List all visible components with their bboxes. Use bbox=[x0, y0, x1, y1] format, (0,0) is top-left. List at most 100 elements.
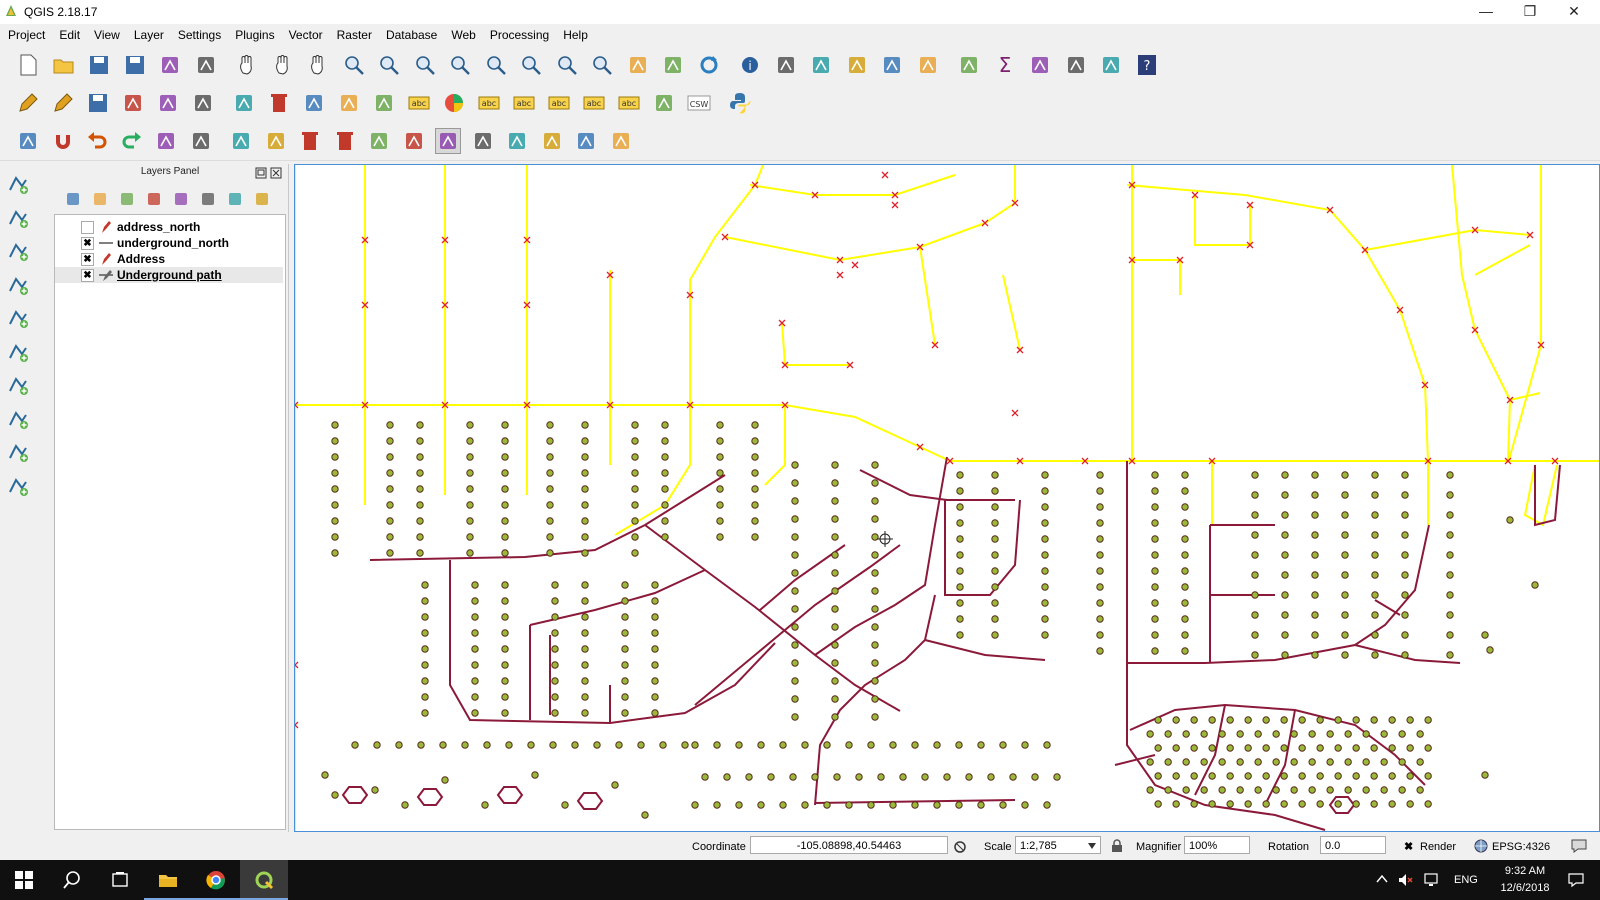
messages-icon[interactable] bbox=[1570, 838, 1588, 854]
zoom-out-icon[interactable] bbox=[377, 53, 401, 77]
zoom-last-icon[interactable] bbox=[555, 53, 579, 77]
new-shapefile-icon[interactable] bbox=[6, 474, 30, 498]
manage-visibility-icon[interactable] bbox=[118, 190, 136, 208]
notifications-icon[interactable] bbox=[1568, 872, 1584, 888]
layer-row-underground-north[interactable]: ✖ underground_north bbox=[55, 235, 283, 251]
menu-raster[interactable]: Raster bbox=[329, 24, 378, 42]
style-manager-icon[interactable] bbox=[64, 190, 82, 208]
statistics-icon[interactable]: Σ bbox=[993, 53, 1017, 77]
add-part-icon[interactable] bbox=[229, 129, 253, 153]
add-group-icon[interactable] bbox=[91, 190, 109, 208]
deselect-icon[interactable] bbox=[880, 53, 904, 77]
map-canvas[interactable] bbox=[294, 164, 1600, 832]
vertex-tool-icon[interactable] bbox=[191, 91, 215, 115]
menu-web[interactable]: Web bbox=[443, 24, 481, 42]
expand-all-icon[interactable] bbox=[199, 190, 217, 208]
add-virtual-layer-icon[interactable] bbox=[6, 407, 30, 431]
new-bookmark-icon[interactable] bbox=[626, 53, 650, 77]
clock-date[interactable]: 12/6/2018 bbox=[1490, 882, 1560, 894]
zoom-to-selection-icon[interactable] bbox=[484, 53, 508, 77]
layer-checkbox[interactable]: ✖ bbox=[81, 253, 94, 266]
offset-curve-icon[interactable] bbox=[402, 129, 426, 153]
undo-icon[interactable] bbox=[85, 129, 109, 153]
collapse-all-icon[interactable] bbox=[226, 190, 244, 208]
chevron-down-icon[interactable] bbox=[1088, 843, 1096, 849]
restore-button[interactable]: ❐ bbox=[1508, 0, 1552, 22]
current-edits-icon[interactable] bbox=[16, 91, 40, 115]
coordinate-field[interactable]: -105.08898,40.54463 bbox=[750, 836, 948, 854]
menu-view[interactable]: View bbox=[86, 24, 126, 42]
simplify-icon[interactable] bbox=[154, 129, 178, 153]
add-ring-icon[interactable] bbox=[189, 129, 213, 153]
reshape-icon[interactable] bbox=[367, 129, 391, 153]
new-print-composer-icon[interactable] bbox=[158, 53, 182, 77]
chrome-taskbar-button[interactable] bbox=[192, 860, 240, 900]
add-spatialite-icon[interactable] bbox=[6, 273, 30, 297]
layer-row-address-north[interactable]: address_north bbox=[55, 219, 283, 235]
text-annotation-icon[interactable] bbox=[1099, 53, 1123, 77]
delete-part-icon[interactable] bbox=[333, 129, 357, 153]
help-icon[interactable]: ? bbox=[1135, 53, 1159, 77]
attribute-table-icon[interactable] bbox=[916, 53, 940, 77]
redo-icon[interactable] bbox=[120, 129, 144, 153]
map-tips-icon[interactable] bbox=[1064, 53, 1088, 77]
qgis-taskbar-button[interactable] bbox=[240, 860, 288, 900]
delete-ring-icon[interactable] bbox=[298, 129, 322, 153]
highlight-labels-icon[interactable]: abc bbox=[477, 91, 501, 115]
measure-icon[interactable] bbox=[1028, 53, 1052, 77]
close-panel-icon[interactable] bbox=[270, 167, 282, 179]
diagram-icon[interactable] bbox=[442, 91, 466, 115]
cut-features-icon[interactable] bbox=[302, 91, 326, 115]
pan-to-selection-icon[interactable] bbox=[235, 53, 259, 77]
crs-label[interactable]: EPSG:4326 bbox=[1492, 841, 1550, 853]
field-calculator-icon[interactable] bbox=[957, 53, 981, 77]
change-label-icon[interactable] bbox=[652, 91, 676, 115]
pan-map-icon[interactable] bbox=[306, 53, 330, 77]
python-icon[interactable] bbox=[728, 91, 752, 115]
task-view-button[interactable] bbox=[96, 860, 144, 900]
minimize-button[interactable]: — bbox=[1464, 0, 1508, 22]
menu-database[interactable]: Database bbox=[378, 24, 443, 42]
add-wcs-icon[interactable] bbox=[6, 373, 30, 397]
zoom-next-icon[interactable] bbox=[590, 53, 614, 77]
menu-settings[interactable]: Settings bbox=[170, 24, 227, 42]
menu-project[interactable]: Project bbox=[0, 24, 51, 42]
save-edits-icon[interactable] bbox=[86, 91, 110, 115]
move-feature-icon[interactable] bbox=[232, 91, 256, 115]
toggle-extents-icon[interactable] bbox=[953, 840, 967, 854]
magnet-icon[interactable] bbox=[51, 129, 75, 153]
select-by-value-icon[interactable] bbox=[845, 53, 869, 77]
close-button[interactable]: ✕ bbox=[1552, 0, 1596, 22]
menu-layer[interactable]: Layer bbox=[126, 24, 170, 42]
globe-icon[interactable] bbox=[1474, 839, 1488, 853]
add-wms-icon[interactable] bbox=[6, 306, 30, 330]
menu-processing[interactable]: Processing bbox=[482, 24, 555, 42]
pin-labels-icon[interactable]: abc bbox=[512, 91, 536, 115]
add-raster-layer-icon[interactable] bbox=[6, 206, 30, 230]
composer-manager-icon[interactable] bbox=[194, 53, 218, 77]
add-wfs-icon[interactable] bbox=[6, 340, 30, 364]
layer-row-address[interactable]: ✖ Address bbox=[55, 251, 283, 267]
menu-help[interactable]: Help bbox=[555, 24, 594, 42]
show-hide-labels-icon[interactable]: abc bbox=[547, 91, 571, 115]
refresh-icon[interactable] bbox=[697, 53, 721, 77]
network-icon[interactable] bbox=[1424, 872, 1440, 888]
rotate-label-icon[interactable]: abc bbox=[617, 91, 641, 115]
search-button[interactable] bbox=[48, 860, 96, 900]
layer-checkbox[interactable] bbox=[81, 221, 94, 234]
menu-vector[interactable]: Vector bbox=[281, 24, 329, 42]
layer-checkbox[interactable]: ✖ bbox=[81, 269, 94, 282]
layer-row-underground-path[interactable]: ✖ Underground path bbox=[55, 267, 283, 283]
add-delimited-text-icon[interactable] bbox=[6, 239, 30, 263]
zoom-to-layer-icon[interactable] bbox=[519, 53, 543, 77]
menu-plugins[interactable]: Plugins bbox=[227, 24, 280, 42]
merge-features-icon[interactable] bbox=[505, 129, 529, 153]
filter-legend-icon[interactable] bbox=[145, 190, 163, 208]
magnifier-field[interactable]: 100% bbox=[1184, 836, 1250, 854]
layer-checkbox[interactable]: ✖ bbox=[81, 237, 94, 250]
filter-expression-icon[interactable] bbox=[172, 190, 190, 208]
pan-icon[interactable] bbox=[271, 53, 295, 77]
float-panel-icon[interactable] bbox=[255, 167, 267, 179]
start-button[interactable] bbox=[0, 860, 48, 900]
zoom-full-icon[interactable] bbox=[448, 53, 472, 77]
